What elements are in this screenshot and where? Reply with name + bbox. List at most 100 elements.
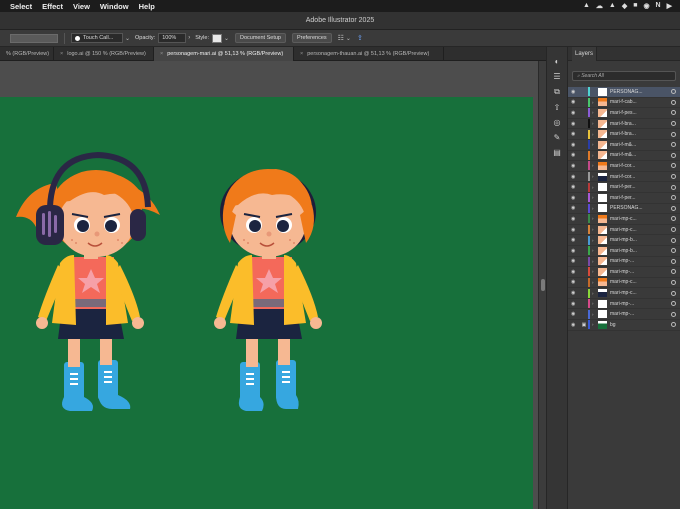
canvas-area[interactable] (0, 61, 538, 509)
layer-row[interactable]: ◉ › mari-f-m&... (568, 140, 680, 151)
visibility-eye-icon[interactable]: ◉ (571, 174, 580, 180)
target-circle-icon[interactable] (671, 258, 676, 264)
layer-name[interactable]: mari-mp-... (610, 311, 671, 317)
visibility-eye-icon[interactable]: ◉ (571, 322, 580, 328)
menu-effect[interactable]: Effect (42, 2, 63, 11)
chevron-down-icon[interactable]: ⌄ (125, 35, 130, 42)
visibility-eye-icon[interactable]: ◉ (571, 184, 580, 190)
sync-icon[interactable]: ◆ (622, 2, 627, 10)
visibility-eye-icon[interactable]: ◉ (571, 258, 580, 264)
layer-name[interactable]: mari-mp-... (610, 301, 671, 307)
visibility-eye-icon[interactable]: ◉ (571, 301, 580, 307)
cloud-icon[interactable]: ☁ (596, 2, 603, 10)
brush-dropdown[interactable]: Touch Call... (71, 33, 123, 43)
menu-help[interactable]: Help (139, 2, 155, 11)
layer-name[interactable]: mari-f-bra... (610, 131, 671, 137)
layer-name[interactable]: PERSONAG... (610, 89, 671, 95)
target-circle-icon[interactable] (671, 121, 676, 127)
layer-name[interactable]: mari-mp-b... (610, 248, 671, 254)
visibility-eye-icon[interactable]: ◉ (571, 142, 580, 148)
visibility-eye-icon[interactable]: ◉ (571, 227, 580, 233)
notion-icon[interactable]: N (656, 2, 661, 10)
target-circle-icon[interactable] (671, 110, 676, 116)
properties-icon[interactable]: ◐ (555, 57, 560, 66)
visibility-eye-icon[interactable]: ◉ (571, 110, 580, 116)
menu-view[interactable]: View (73, 2, 90, 11)
play-icon[interactable]: ▶ (667, 2, 672, 10)
target-circle-icon[interactable] (671, 290, 676, 296)
tab-logo[interactable]: × logo.ai @ 150 % (RGB/Preview) (54, 47, 154, 61)
target-circle-icon[interactable] (671, 227, 676, 233)
layer-row[interactable]: ◉ PERSONAG... (568, 87, 680, 98)
artboards-icon[interactable]: ⧉ (554, 87, 560, 97)
layer-row[interactable]: ◉ › mari-mp-... (568, 299, 680, 310)
layers-search-input[interactable]: ⌕ Search All (572, 71, 676, 81)
layer-row[interactable]: ◉ › mari-mp-c... (568, 214, 680, 225)
character-with-ponytail[interactable] (16, 151, 160, 411)
visibility-eye-icon[interactable]: ◉ (571, 152, 580, 158)
chevron-right-icon[interactable]: › (188, 35, 190, 41)
target-circle-icon[interactable] (671, 216, 676, 222)
brushes-icon[interactable]: ✎ (554, 133, 561, 142)
layer-row[interactable]: ◉ › mari-f-bra... (568, 129, 680, 140)
scrollbar-thumb[interactable] (541, 279, 545, 291)
menu-window[interactable]: Window (100, 2, 129, 11)
share-icon[interactable]: ⇪ (357, 34, 363, 42)
layer-name[interactable]: bg (610, 322, 671, 328)
drive-icon[interactable]: ▲ (583, 2, 590, 10)
layer-name[interactable]: mari-mp-... (610, 269, 671, 275)
layer-name[interactable]: mari-mp-... (610, 258, 671, 264)
opacity-field[interactable]: 100% (158, 33, 187, 43)
visibility-eye-icon[interactable]: ◉ (571, 248, 580, 254)
close-icon[interactable]: × (160, 51, 163, 57)
visibility-eye-icon[interactable]: ◉ (571, 131, 580, 137)
visibility-eye-icon[interactable]: ◉ (571, 99, 580, 105)
target-circle-icon[interactable] (671, 142, 676, 148)
target-circle-icon[interactable] (671, 195, 676, 201)
layer-name[interactable]: PERSONAG... (610, 205, 671, 211)
layer-row[interactable]: ◉ › mari-f-m&... (568, 150, 680, 162)
target-circle-icon[interactable] (671, 152, 676, 158)
menu-select[interactable]: Select (10, 2, 32, 11)
layer-name[interactable]: mari-f-pes... (610, 110, 671, 116)
character-short-hair[interactable] (214, 169, 322, 411)
visibility-eye-icon[interactable]: ◉ (571, 195, 580, 201)
target-circle-icon[interactable] (671, 237, 676, 243)
layer-name[interactable]: mari-mp-c... (610, 216, 671, 222)
layer-row[interactable]: ◉ › mari-f-per... (568, 193, 680, 204)
shield-icon[interactable]: ◉ (643, 2, 649, 10)
layer-row[interactable]: ◉ ▣ › bg (568, 320, 680, 331)
chevron-down-icon[interactable]: ⌄ (224, 35, 229, 42)
close-icon[interactable]: × (300, 51, 303, 57)
target-circle-icon[interactable] (671, 131, 676, 137)
layer-row[interactable]: ◉ › mari-f-pes... (568, 108, 680, 119)
target-circle-icon[interactable] (671, 322, 676, 328)
layer-name[interactable]: mari-f-m&... (610, 152, 671, 158)
layer-row[interactable]: ◉ › mari-mp-... (568, 267, 680, 278)
visibility-eye-icon[interactable]: ◉ (571, 290, 580, 296)
document-setup-button[interactable]: Document Setup (235, 33, 286, 43)
visibility-eye-icon[interactable]: ◉ (571, 121, 580, 127)
layer-row[interactable]: ◉ › mari-f-cor... (568, 161, 680, 172)
target-circle-icon[interactable] (671, 205, 676, 211)
preferences-button[interactable]: Preferences (291, 33, 332, 43)
chevron-down-icon[interactable]: ⌄ (346, 35, 351, 42)
layer-row[interactable]: ◉ › mari-f-cab... (568, 97, 680, 109)
layer-name[interactable]: mari-f-per... (610, 195, 671, 201)
artboard[interactable] (0, 97, 533, 509)
libraries-icon[interactable]: ☰ (553, 72, 560, 81)
tab-layers[interactable]: Layers (572, 47, 598, 61)
visibility-eye-icon[interactable]: ◉ (571, 311, 580, 317)
style-swatch[interactable] (211, 33, 222, 43)
layer-row[interactable]: ◉ › mari-mp-b... (568, 246, 680, 257)
layer-name[interactable]: mari-mp-b... (610, 237, 671, 243)
layer-row[interactable]: ◉ › mari-mp-... (568, 256, 680, 268)
target-circle-icon[interactable] (671, 174, 676, 180)
visibility-eye-icon[interactable]: ◉ (571, 163, 580, 169)
swatches-icon[interactable]: ▤ (553, 148, 561, 157)
layer-name[interactable]: mari-f-m&... (610, 142, 671, 148)
layer-row[interactable]: ◉ › mari-f-per... (568, 182, 680, 193)
layer-row[interactable]: ◉ › mari-mp-c... (568, 225, 680, 236)
visibility-eye-icon[interactable]: ◉ (571, 216, 580, 222)
layer-row[interactable]: ◉ › mari-f-bra... (568, 119, 680, 130)
